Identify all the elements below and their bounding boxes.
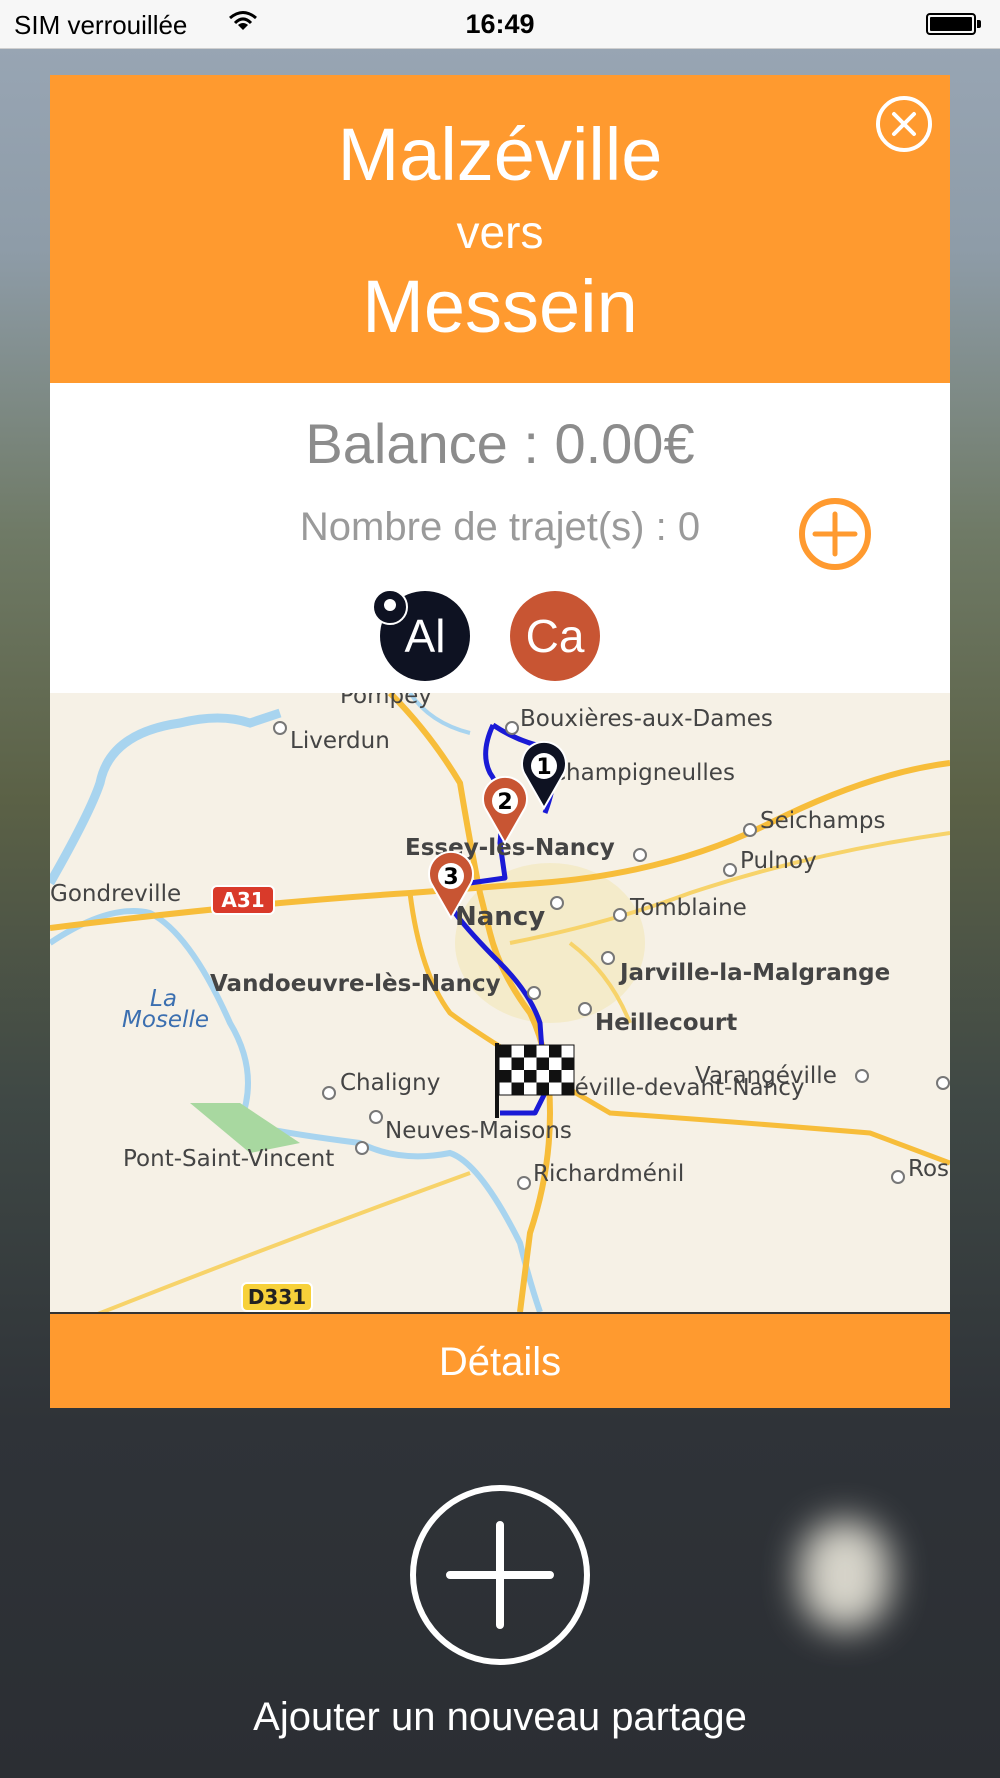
place-gondreville: Gondreville (50, 881, 181, 907)
place-liverdun: Liverdun (290, 728, 390, 754)
share-card: Malzéville vers Messein Balance : 0.00€ … (50, 75, 950, 1408)
river-moselle-north (50, 708, 282, 886)
battery-icon (926, 13, 981, 35)
place-nancy: Nancy (455, 902, 545, 932)
route-map[interactable]: Pompey Liverdun Bouxières-aux-Dames Cham… (50, 693, 950, 1312)
highway-south (387, 693, 554, 1312)
place-champigneulles: Champigneulles (550, 760, 735, 786)
trip-header: Malzéville vers Messein (50, 75, 950, 383)
place-vandoeuvre: Vandoeuvre-lès-Nancy (210, 971, 501, 997)
balance-text: Balance : 0.00€ (305, 412, 695, 475)
place-richardmenil: Richardménil (533, 1161, 684, 1187)
add-trip-button[interactable] (797, 496, 873, 572)
road-label-a31: A31 (221, 888, 264, 912)
participant-avatar-ca[interactable]: Ca (510, 591, 600, 681)
details-button[interactable]: Détails (50, 1312, 950, 1408)
connector-text: vers (456, 206, 544, 258)
add-share-label[interactable]: Ajouter un nouveau partage (0, 1695, 1000, 1740)
place-chaligny: Chaligny (340, 1070, 440, 1096)
place-seichamps: Seichamps (760, 808, 885, 834)
map-pin-icon[interactable]: 1 (521, 740, 567, 811)
participant-initials: Ca (525, 610, 585, 662)
destination-city: Messein (362, 265, 638, 348)
place-pulnoy: Pulnoy (740, 848, 817, 874)
marker-label-3: 3 (443, 865, 458, 890)
status-bar: SIM verrouillée 16:49 (0, 0, 1000, 49)
place-pont-saint-vincent: Pont-Saint-Vincent (123, 1146, 334, 1172)
place-pompey: Pompey (340, 693, 432, 709)
participant-avatar-al[interactable]: Al (372, 589, 470, 681)
clock: 16:49 (465, 9, 535, 39)
background-glow (800, 1520, 890, 1630)
add-share-button[interactable] (408, 1483, 592, 1667)
place-heillecourt: Heillecourt (595, 1010, 737, 1036)
marker-label-2: 2 (497, 790, 512, 815)
map-pin-icon[interactable]: 2 (482, 775, 528, 846)
place-tomblaine: Tomblaine (629, 895, 747, 921)
place-neuves-maisons: Neuves-Maisons (385, 1118, 572, 1144)
balance-panel: Balance : 0.00€ Nombre de trajet(s) : 0 … (50, 383, 950, 693)
origin-city: Malzéville (337, 113, 663, 196)
place-bouxieres: Bouxières-aux-Dames (520, 706, 773, 732)
checkered-flag-icon[interactable] (495, 1043, 575, 1118)
place-jarville: Jarville-la-Malgrange (618, 960, 890, 986)
place-moselle: Moselle (122, 1007, 209, 1033)
marker-label-1: 1 (536, 755, 551, 780)
close-icon[interactable] (875, 95, 933, 153)
place-rosieres: Rosières-aux-Salines (908, 1156, 950, 1182)
road-label-d331: D331 (248, 1285, 306, 1309)
map-pin-icon (372, 589, 408, 625)
map-canvas: Pompey Liverdun Bouxières-aux-Dames Cham… (50, 693, 950, 1312)
place-varangeville: Varangéville (695, 1063, 837, 1089)
